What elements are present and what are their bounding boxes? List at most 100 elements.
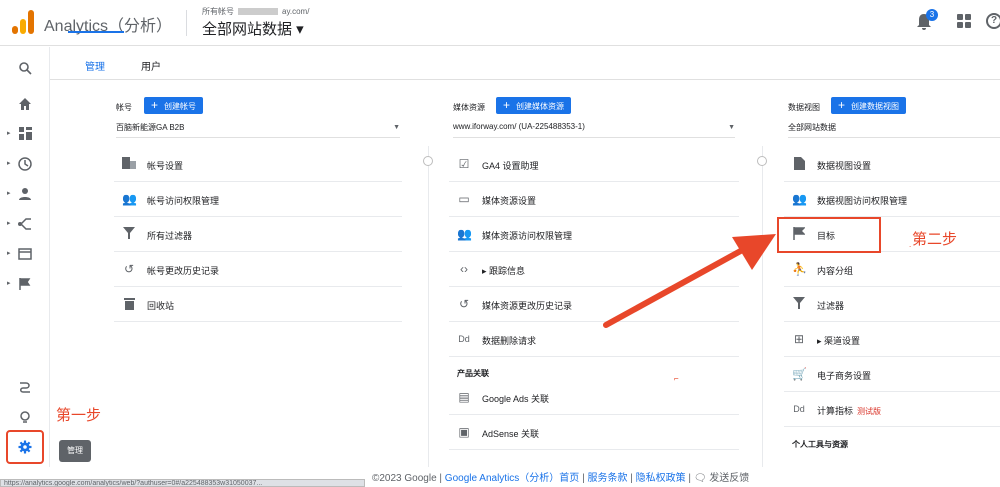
admin-tabs: 管理 用户 (50, 47, 1000, 80)
checkbox-icon: ☑ (458, 157, 470, 171)
list-item-property-settings[interactable]: ▭ 媒体资源设置 (449, 182, 739, 217)
annotation-dot: . (909, 240, 912, 249)
list-item-tracking-info[interactable]: ‹› ▸ 跟踪信息 (449, 252, 739, 287)
doc-icon (792, 157, 806, 171)
notification-badge: 3 (926, 9, 938, 21)
conversions-flag-icon[interactable] (17, 277, 33, 293)
footer-links: ©2023 Google | Google Analytics（分析）首页 | … (372, 473, 750, 484)
column-divider (762, 146, 763, 476)
status-bar-url: https://analytics.google.com/analytics/w… (0, 479, 365, 487)
column-arrow-icon (757, 156, 767, 166)
cart-icon: 🛒 (792, 367, 807, 381)
list-item-trash[interactable]: 回收站 (114, 287, 402, 322)
help-icon[interactable]: ? (986, 13, 1000, 29)
account-select[interactable]: 百脑新能源GA B2B ▼ (116, 122, 400, 138)
feedback-link[interactable]: 发送反馈 (709, 473, 749, 484)
dropdown-caret-icon: ▼ (393, 124, 400, 131)
redacted-block (238, 8, 278, 16)
privacy-link[interactable]: 隐私权政策 (636, 473, 686, 484)
create-account-button[interactable]: + 创建帐号 (144, 97, 204, 114)
expand-arrow-icon[interactable]: ▸ (7, 129, 11, 137)
list-item-google-ads-link[interactable]: ▤ Google Ads 关联 (449, 380, 739, 415)
account-column-label: 帐号 (116, 103, 132, 112)
create-view-button[interactable]: + 创建数据视图 (831, 97, 907, 114)
audience-person-icon[interactable] (17, 187, 33, 203)
people-icon: 👥 (457, 227, 472, 241)
dropdown-caret-icon: ▼ (728, 124, 735, 131)
ads-icon: ▤ (458, 390, 470, 404)
adsense-icon: ▣ (458, 425, 470, 439)
analytics-logo[interactable] (12, 10, 34, 34)
create-property-button[interactable]: + 创建媒体资源 (496, 97, 572, 114)
annotation-dot: ⌐ (674, 374, 679, 383)
people-icon: 👥 (122, 192, 137, 206)
expand-arrow-icon[interactable]: ▸ (7, 219, 11, 227)
beta-label: 测试版 (857, 407, 882, 416)
section-title-personal-tools: 个人工具与资源 (792, 440, 848, 449)
left-navigation: ▸ ▸ ▸ ▸ ▸ ▸ (0, 47, 50, 487)
home-icon[interactable] (17, 97, 33, 113)
property-column-label: 媒体资源 (453, 103, 485, 112)
list-item-filters[interactable]: 过滤器 (784, 287, 1000, 322)
channel-icon: ⊞ (793, 332, 805, 346)
building-icon (122, 157, 136, 171)
step-one-label: 第一步 (56, 407, 102, 424)
attribution-icon[interactable] (17, 380, 33, 396)
apps-grid-icon[interactable] (957, 14, 971, 28)
list-item-calculated-metrics[interactable]: Dd 计算指标 测试版 (784, 392, 1000, 427)
list-item-content-grouping[interactable]: ⛹ 内容分组 (784, 252, 1000, 287)
filter-icon (792, 297, 806, 311)
list-item-property-history[interactable]: ↺ 媒体资源更改历史记录 (449, 287, 739, 322)
dd-icon: Dd (458, 334, 470, 344)
people-icon: 👥 (792, 192, 807, 206)
account-breadcrumb[interactable]: 所有帐号 ay.com/ (202, 6, 309, 17)
feedback-icon: 🗨 (693, 473, 707, 484)
list-item-ecommerce-settings[interactable]: 🛒 电子商务设置 (784, 357, 1000, 392)
column-divider (428, 146, 429, 476)
ga-home-link[interactable]: Google Analytics（分析）首页 (445, 473, 580, 484)
dd-icon: Dd (793, 404, 805, 414)
search-icon[interactable] (17, 61, 33, 77)
admin-content: 帐号 + 创建帐号 百脑新能源GA B2B ▼ 帐号设置 👥 帐号访问权限管理 所有… (68, 80, 1000, 476)
list-item-view-access[interactable]: 👥 数据视图访问权限管理 (784, 182, 1000, 217)
terms-link[interactable]: 服务条款 (587, 473, 627, 484)
customization-icon[interactable] (17, 127, 33, 143)
list-item-channel-settings[interactable]: ⊞ ▸ 渠道设置 (784, 322, 1000, 357)
step-two-label: 第二步 (912, 231, 958, 248)
view-select[interactable]: 全部网站数据 (788, 122, 1000, 138)
list-item-property-access[interactable]: 👥 媒体资源访问权限管理 (449, 217, 739, 252)
header-divider (186, 10, 187, 36)
acquisition-icon[interactable] (17, 217, 33, 233)
property-selector[interactable]: 全部网站数据 ▾ (202, 18, 304, 39)
active-tab-indicator (68, 31, 124, 33)
behavior-window-icon[interactable] (17, 247, 33, 263)
tab-user[interactable]: 用户 (141, 58, 161, 73)
trash-icon (122, 297, 136, 311)
top-bar: Analytics（分析） 所有帐号 ay.com/ 全部网站数据 ▾ 3 ? (0, 0, 1000, 46)
list-item-account-access[interactable]: 👥 帐号访问权限管理 (114, 182, 402, 217)
person-icon: ⛹ (792, 262, 807, 276)
expand-arrow-icon[interactable]: ▸ (7, 189, 11, 197)
list-item-data-deletion[interactable]: Dd 数据删除请求 (449, 322, 739, 357)
lightbulb-icon[interactable] (17, 410, 33, 426)
admin-tooltip: 管理 (59, 440, 91, 462)
property-select[interactable]: www.iforway.com/ (UA-225488353-1) ▼ (453, 122, 735, 138)
realtime-clock-icon[interactable] (17, 157, 33, 173)
goal-highlight-box (777, 217, 881, 253)
section-title-product-links: 产品关联 (457, 369, 489, 378)
expand-arrow-icon[interactable]: ▸ (7, 249, 11, 257)
list-item-account-settings[interactable]: 帐号设置 (114, 147, 402, 182)
history-icon: ↺ (458, 297, 470, 311)
list-item-all-filters[interactable]: 所有过滤器 (114, 217, 402, 252)
list-item-view-settings[interactable]: 数据视图设置 (784, 147, 1000, 182)
code-icon: ‹› (460, 262, 468, 276)
window-icon: ▭ (458, 192, 470, 206)
view-column-label: 数据视图 (788, 103, 820, 112)
list-item-adsense-link[interactable]: ▣ AdSense 关联 (449, 415, 739, 450)
expand-arrow-icon[interactable]: ▸ (7, 159, 11, 167)
list-item-account-history[interactable]: ↺ 帐号更改历史记录 (114, 252, 402, 287)
column-arrow-icon (423, 156, 433, 166)
expand-arrow-icon[interactable]: ▸ (7, 279, 11, 287)
tab-admin[interactable]: 管理 (85, 58, 105, 73)
list-item-ga4-setup[interactable]: ☑ GA4 设置助理 (449, 147, 739, 182)
